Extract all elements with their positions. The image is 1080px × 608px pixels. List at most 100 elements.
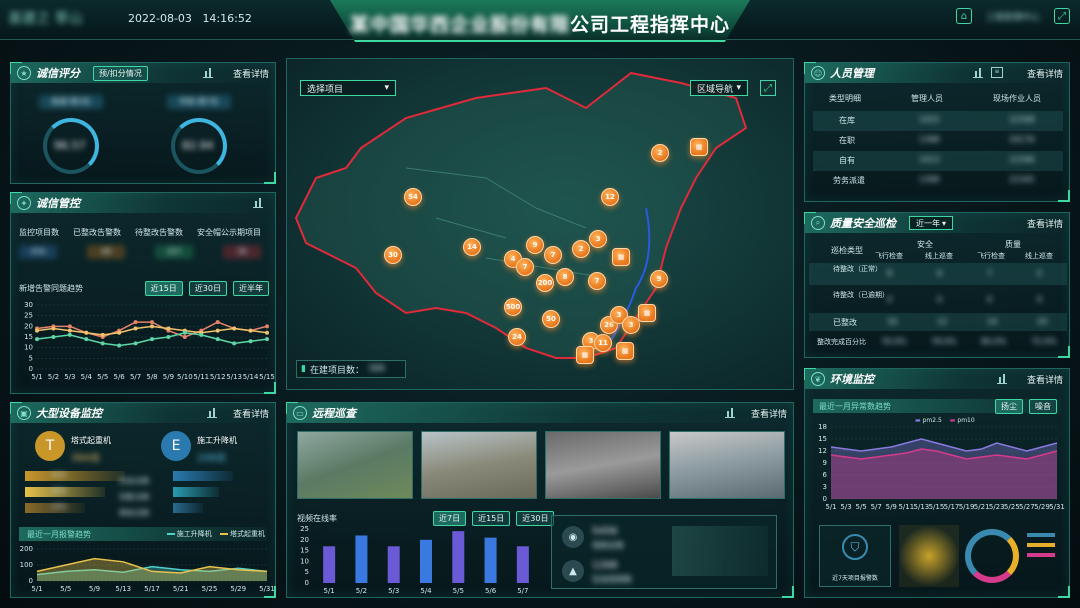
x-tick-label: 5/5 (97, 373, 108, 381)
col-header: 现场作业人员 (993, 94, 1041, 103)
y-tick-label: 18 (818, 423, 827, 431)
cluster-marker[interactable]: ▦ (638, 304, 656, 322)
project-marker[interactable]: 200 (536, 274, 554, 292)
row-site: 20176 (1009, 135, 1035, 144)
personnel-table: 类型明细 管理人员 现场作业人员 在库 1415 22348 在职 1398 2… (813, 93, 1063, 191)
home-icon[interactable]: ⌂ (955, 8, 972, 24)
project-marker[interactable]: 12 (601, 188, 619, 206)
table-row: 在职 1398 20176 (813, 131, 1063, 151)
online-rate-chart: 25 20 15 10 5 0 5/1 5/2 5/3 5/4 5/5 5/6 5/7 (300, 525, 529, 595)
bar-chart-icon (253, 198, 263, 208)
tab-dust[interactable]: 扬尘 (995, 399, 1023, 414)
credit-title: 诚信评分 (36, 67, 80, 80)
caret-down-icon: ▾ (736, 83, 741, 93)
x-tick-label: 5/21 (173, 585, 189, 593)
data-point (150, 320, 154, 325)
video-thumbnail[interactable] (297, 431, 413, 499)
range-15d[interactable]: 近15日 (144, 281, 183, 296)
quality-more-link[interactable]: 查看详情 (1027, 217, 1063, 230)
video-thumbnail[interactable] (421, 431, 537, 499)
range-15d[interactable]: 近15日 (472, 511, 511, 526)
range-tabs: 近7日 近15日 近30日 (433, 511, 555, 526)
project-marker[interactable]: 2 (651, 144, 669, 162)
legend-item: 塔式起重机 (219, 529, 265, 539)
report-icon[interactable]: ≡ (991, 67, 1003, 78)
x-tick-label: 5/11 (898, 503, 914, 511)
x-tick-label: 5/3 (64, 373, 75, 381)
stats-decoration (672, 526, 768, 576)
data-point (215, 337, 220, 342)
legend-swatch (1027, 553, 1055, 557)
row-val: 7 (987, 269, 993, 278)
data-point (100, 332, 105, 337)
region-select[interactable]: 区域导航 ▾ (690, 80, 748, 96)
data-point (51, 326, 56, 331)
expand-icon[interactable]: ⤢ (760, 80, 776, 96)
project-marker[interactable]: 2 (572, 240, 590, 258)
cluster-marker[interactable]: ▦ (616, 342, 634, 360)
project-marker[interactable]: 30 (384, 246, 402, 264)
map-area[interactable]: 选择项目 ▾ 区域导航 ▾ ⤢ 54 2 12 14 9 30 4 7 3 2 7 … (286, 58, 794, 390)
legend-item: 施工升降机 (166, 529, 212, 539)
project-marker[interactable]: 14 (463, 238, 481, 256)
bar-chart-icon (203, 68, 213, 78)
range-30d[interactable]: 近30日 (188, 281, 227, 296)
x-tick-label: 5/3 (388, 587, 399, 595)
col-label: 待整改告警数 (135, 228, 183, 237)
environment-panel: ❦ 环境监控 查看详情 最近一月异常数趋势 扬尘 噪音 ▬ pm2.5 ▬ pm… (804, 368, 1070, 598)
x-tick-label: 5/27 (1019, 503, 1035, 511)
project-marker[interactable]: 11 (594, 334, 612, 352)
legend-swatch (1027, 543, 1055, 547)
environment-more-link[interactable]: 查看详情 (1027, 373, 1063, 386)
project-marker[interactable]: 54 (404, 188, 422, 206)
y-tick-label: 5 (29, 354, 33, 362)
fullscreen-icon[interactable]: ⤢ (1054, 8, 1070, 24)
project-marker[interactable]: 7 (588, 272, 606, 290)
project-marker[interactable]: 9 (526, 236, 544, 254)
project-marker[interactable]: 3 (589, 230, 607, 248)
row-val: 75.0% (1031, 337, 1057, 346)
stat-label: 视频总数 (592, 541, 624, 550)
cluster-marker[interactable]: ▦ (690, 138, 708, 156)
project-marker[interactable]: 8 (556, 268, 574, 286)
row-val: 10 (1037, 317, 1048, 326)
row-type: 在职 (839, 136, 855, 145)
region-select-label: 区域导航 (697, 84, 734, 95)
data-point (133, 320, 138, 325)
x-tick-label: 5/8 (146, 373, 157, 381)
project-marker[interactable]: 7 (544, 246, 562, 264)
data-point (133, 341, 138, 346)
tab-noise[interactable]: 噪音 (1029, 399, 1057, 414)
equipment-more-link[interactable]: 查看详情 (233, 407, 269, 420)
sub-header: 线上巡查 (1025, 252, 1053, 260)
project-marker[interactable]: 9 (650, 270, 668, 288)
project-marker[interactable]: 50 (542, 310, 560, 328)
cluster-marker[interactable]: ▦ (612, 248, 630, 266)
project-marker[interactable]: 7 (516, 258, 534, 276)
range-30d[interactable]: 近30日 (516, 511, 555, 526)
x-tick-label: 5/25 (202, 585, 218, 593)
range-7d[interactable]: 近7日 (433, 511, 467, 526)
project-marker[interactable]: 500 (504, 298, 522, 316)
equipment-trend-chart: 200 100 05/1 5/5 5/9 5/13 5/17 5/21 5/25 5/29 5/31 (20, 545, 275, 593)
status-desc: 在线/总数 告警/总数 离线/总数 (119, 473, 149, 521)
video-thumbnail[interactable] (545, 431, 661, 499)
personnel-more-link[interactable]: 查看详情 (1027, 67, 1063, 80)
alarm-card-label: 近7天项目报警数 (832, 575, 878, 582)
status-bar (173, 471, 233, 481)
x-tick-label: 5/1 (324, 587, 335, 595)
x-tick-label: 5/31 (259, 585, 275, 593)
y-tick-label: 3 (823, 483, 827, 491)
patrol-more-link[interactable]: 查看详情 (751, 407, 787, 420)
range-half-year[interactable]: 近半年 (233, 281, 269, 296)
cluster-marker[interactable]: ▦ (576, 346, 594, 364)
range-tabs: 近15日 近30日 近半年 (144, 281, 269, 296)
deduction-chip[interactable]: 预/扣分情况 (93, 65, 148, 81)
project-marker[interactable]: 24 (508, 328, 526, 346)
period-select[interactable]: 近一年 ▾ (909, 216, 953, 230)
x-tick-label: 5/1 (825, 503, 836, 511)
x-tick-label: 5/9 (163, 373, 174, 381)
credit-more-link[interactable]: 查看详情 (233, 67, 269, 80)
project-select[interactable]: 选择项目 ▾ (300, 80, 396, 96)
video-thumbnail[interactable] (669, 431, 785, 499)
